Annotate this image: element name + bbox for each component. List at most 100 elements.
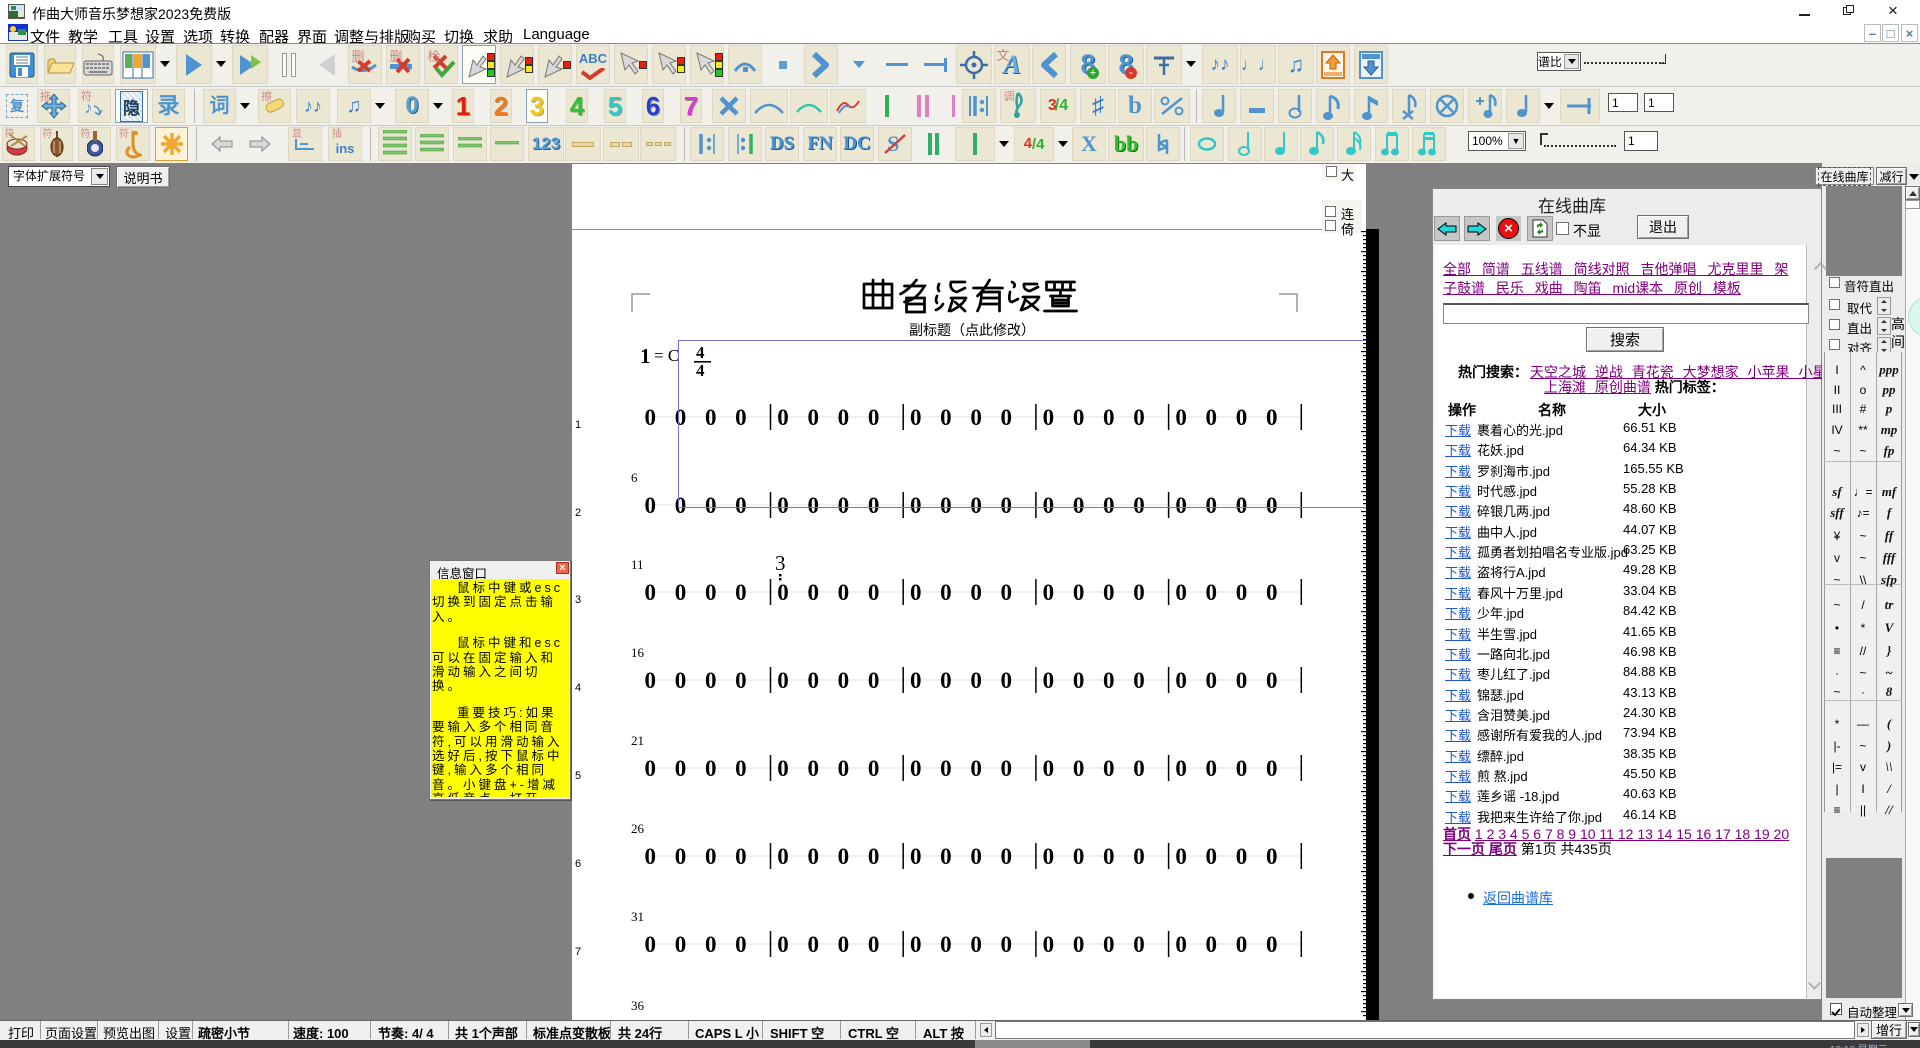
svg-text:0: 0 — [645, 668, 657, 693]
svg-text:26: 26 — [631, 821, 645, 836]
svg-text:0: 0 — [1133, 580, 1145, 605]
svg-text:0: 0 — [1266, 932, 1278, 957]
svg-text:0: 0 — [1236, 580, 1248, 605]
svg-text:0: 0 — [705, 756, 717, 781]
svg-text:0: 0 — [735, 668, 747, 693]
svg-text:0: 0 — [675, 580, 687, 605]
svg-text:0: 0 — [1236, 844, 1248, 869]
svg-text:= C: = C — [654, 346, 679, 365]
svg-text:0: 0 — [735, 580, 747, 605]
svg-text:16: 16 — [631, 645, 645, 660]
svg-text:0: 0 — [910, 668, 922, 693]
svg-text:0: 0 — [777, 756, 789, 781]
svg-text:0: 0 — [1073, 756, 1085, 781]
svg-text:0: 0 — [675, 844, 687, 869]
svg-text:0: 0 — [645, 932, 657, 957]
svg-text:3: 3 — [775, 551, 786, 575]
svg-text:0: 0 — [1073, 580, 1085, 605]
svg-text:0: 0 — [645, 493, 657, 518]
svg-text:0: 0 — [645, 580, 657, 605]
svg-text:0: 0 — [1236, 668, 1248, 693]
svg-text:0: 0 — [735, 756, 747, 781]
svg-text:0: 0 — [1001, 932, 1013, 957]
svg-text:0: 0 — [1206, 756, 1218, 781]
svg-text:0: 0 — [1206, 668, 1218, 693]
svg-text:0: 0 — [645, 756, 657, 781]
svg-text:0: 0 — [868, 756, 880, 781]
svg-text:0: 0 — [940, 844, 952, 869]
svg-text:0: 0 — [675, 932, 687, 957]
svg-text:0: 0 — [1266, 756, 1278, 781]
svg-text:0: 0 — [645, 844, 657, 869]
svg-text:0: 0 — [970, 580, 982, 605]
svg-text:0: 0 — [807, 580, 819, 605]
svg-text:0: 0 — [1103, 932, 1115, 957]
svg-text:0: 0 — [970, 844, 982, 869]
svg-text:0: 0 — [868, 668, 880, 693]
svg-text:0: 0 — [705, 668, 717, 693]
svg-text:0: 0 — [838, 756, 850, 781]
svg-text:0: 0 — [705, 932, 717, 957]
svg-text:5: 5 — [575, 770, 581, 782]
svg-text:4: 4 — [575, 682, 581, 694]
svg-text:0: 0 — [1133, 844, 1145, 869]
svg-text:0: 0 — [970, 932, 982, 957]
svg-text:0: 0 — [1206, 844, 1218, 869]
svg-text:0: 0 — [1001, 756, 1013, 781]
svg-text:0: 0 — [807, 668, 819, 693]
svg-text:0: 0 — [940, 932, 952, 957]
svg-text:0: 0 — [910, 756, 922, 781]
svg-text:0: 0 — [1206, 932, 1218, 957]
svg-text:0: 0 — [1073, 844, 1085, 869]
svg-text:0: 0 — [807, 844, 819, 869]
svg-text:0: 0 — [1133, 668, 1145, 693]
svg-text:0: 0 — [838, 580, 850, 605]
svg-text:0: 0 — [807, 756, 819, 781]
svg-text:0: 0 — [777, 932, 789, 957]
svg-text:0: 0 — [705, 844, 717, 869]
svg-text:0: 0 — [1103, 756, 1115, 781]
svg-text:0: 0 — [777, 668, 789, 693]
svg-text:0: 0 — [838, 932, 850, 957]
svg-text:1: 1 — [640, 344, 651, 368]
svg-text:0: 0 — [1103, 844, 1115, 869]
svg-text:0: 0 — [940, 668, 952, 693]
svg-text:0: 0 — [1133, 756, 1145, 781]
svg-text:0: 0 — [838, 668, 850, 693]
svg-text:0: 0 — [705, 580, 717, 605]
svg-text:0: 0 — [1175, 932, 1187, 957]
svg-text:0: 0 — [675, 756, 687, 781]
svg-text:0: 0 — [1043, 932, 1055, 957]
svg-text:3: 3 — [575, 594, 581, 606]
svg-text:0: 0 — [1175, 756, 1187, 781]
svg-text:0: 0 — [970, 668, 982, 693]
svg-text:31: 31 — [631, 909, 644, 924]
svg-text:0: 0 — [1266, 668, 1278, 693]
svg-text:0: 0 — [807, 932, 819, 957]
svg-text:0: 0 — [675, 668, 687, 693]
svg-text:0: 0 — [1073, 668, 1085, 693]
svg-text:0: 0 — [1043, 580, 1055, 605]
svg-text:6: 6 — [575, 858, 581, 870]
svg-text:0: 0 — [940, 756, 952, 781]
svg-text:0: 0 — [1236, 756, 1248, 781]
svg-text:0: 0 — [970, 756, 982, 781]
svg-text:副标题（点此修改）: 副标题（点此修改） — [909, 322, 1035, 338]
svg-text:0: 0 — [645, 405, 657, 430]
svg-text:21: 21 — [631, 733, 644, 748]
svg-text:0: 0 — [1103, 580, 1115, 605]
svg-text:0: 0 — [838, 844, 850, 869]
svg-text:0: 0 — [1133, 932, 1145, 957]
svg-text:0: 0 — [777, 580, 789, 605]
svg-text:0: 0 — [777, 844, 789, 869]
svg-text:0: 0 — [1043, 668, 1055, 693]
svg-text:0: 0 — [735, 844, 747, 869]
svg-text:0: 0 — [1043, 756, 1055, 781]
svg-text:0: 0 — [1266, 580, 1278, 605]
svg-text:0: 0 — [868, 580, 880, 605]
svg-text:36: 36 — [631, 998, 645, 1013]
svg-text:0: 0 — [1043, 844, 1055, 869]
svg-text:0: 0 — [1175, 668, 1187, 693]
svg-text:6: 6 — [631, 470, 638, 485]
svg-text:11: 11 — [631, 557, 644, 572]
